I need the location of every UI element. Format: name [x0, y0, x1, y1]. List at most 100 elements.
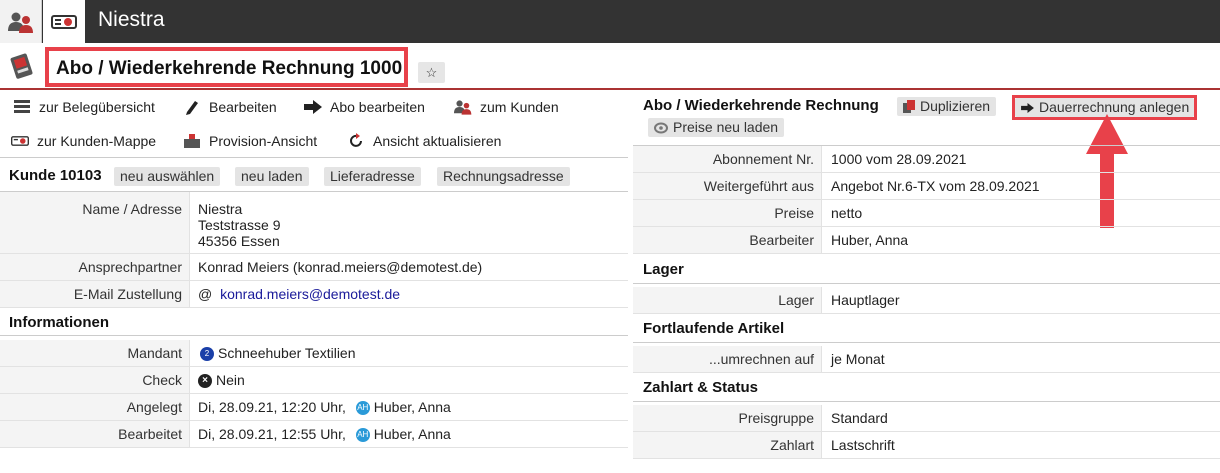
continued-from-value[interactable]: Angebot Nr.6-TX vom 28.09.2021 — [831, 178, 1040, 194]
contacts-icon — [7, 12, 33, 33]
refresh-view-label: Ansicht aktualisieren — [373, 133, 502, 149]
at-icon: @ — [198, 286, 213, 302]
payment-value: Lastschrift — [831, 437, 895, 453]
customer-heading: Kunde 10103 — [9, 167, 102, 184]
created-value: Di, 28.09.21, 12:20 Uhr, — [198, 399, 346, 415]
address-line: 45356 Essen — [198, 233, 280, 249]
provision-icon — [183, 132, 201, 150]
convert-row: ...umrechnen auf je Monat — [633, 346, 1220, 373]
edited-user[interactable]: Huber, Anna — [374, 426, 451, 442]
contact-label: Ansprechpartner — [0, 254, 190, 280]
cash-register-icon — [51, 14, 77, 29]
created-value-wrap: Di, 28.09.21, 12:20 Uhr, AH Huber, Anna — [198, 399, 451, 416]
provision-view-label: Provision-Ansicht — [209, 133, 318, 149]
title-highlight-box: Abo / Wiederkehrende Rechnung 1000 — [45, 47, 408, 87]
contacts-button[interactable] — [0, 0, 42, 43]
contacts-icon — [454, 98, 472, 116]
abo-edit-label: Abo bearbeiten — [330, 99, 425, 115]
price-group-label: Preisgruppe — [633, 405, 822, 431]
customer-folder-link[interactable]: zur Kunden-Mappe — [11, 131, 156, 151]
convert-value: je Monat — [831, 351, 885, 367]
contact-value: Konrad Meiers (konrad.meiers@demotest.de… — [198, 259, 483, 275]
duplicate-icon — [903, 100, 915, 113]
cash-register-icon — [11, 132, 29, 150]
reload-icon — [654, 122, 668, 134]
editor-value: Huber, Anna — [831, 232, 909, 248]
address-row: Name / Adresse Niestra Teststrasse 9 453… — [0, 192, 628, 254]
app-title: Niestra — [98, 8, 165, 31]
pencil-icon — [183, 98, 201, 116]
divider — [633, 401, 1220, 402]
payment-label: Zahlart — [633, 432, 822, 458]
check-row: Check × Nein — [0, 367, 628, 394]
editor-row: Bearbeiter Huber, Anna — [633, 227, 1220, 254]
arrow-right-icon — [304, 98, 322, 116]
refresh-view-link[interactable]: Ansicht aktualisieren — [347, 131, 501, 151]
divider — [633, 283, 1220, 284]
price-group-value: Standard — [831, 410, 888, 426]
mandant-value-wrap: 2 Schneehuber Textilien — [200, 345, 356, 362]
delivery-address-button[interactable]: Lieferadresse — [324, 167, 421, 186]
email-label: E-Mail Zustellung — [0, 281, 190, 307]
continued-from-label: Weitergeführt aus — [633, 173, 822, 199]
check-value: Nein — [216, 372, 245, 388]
email-value-wrap: @ konrad.meiers@demotest.de — [198, 286, 400, 302]
reload-prices-label: Preise neu laden — [673, 119, 779, 135]
email-row: E-Mail Zustellung @ konrad.meiers@demote… — [0, 281, 628, 308]
beleg-overview-link[interactable]: zur Belegübersicht — [13, 97, 155, 117]
zahlart-heading: Zahlart & Status — [643, 379, 759, 396]
reload-prices-button[interactable]: Preise neu laden — [648, 118, 785, 137]
provision-view-link[interactable]: Provision-Ansicht — [183, 131, 317, 151]
edited-row: Bearbeitet Di, 28.09.21, 12:55 Uhr, AH Hu… — [0, 421, 628, 448]
to-customer-label: zum Kunden — [480, 99, 559, 115]
billing-address-button[interactable]: Rechnungsadresse — [437, 167, 570, 186]
duplicate-button[interactable]: Duplizieren — [897, 97, 997, 116]
list-icon — [13, 98, 31, 116]
convert-label: ...umrechnen auf — [633, 346, 822, 372]
mandant-label: Mandant — [0, 340, 190, 366]
info-heading: Informationen — [9, 314, 109, 331]
arrow-right-icon — [1021, 102, 1034, 113]
price-group-row: Preisgruppe Standard — [633, 405, 1220, 432]
lager-value: Hauptlager — [831, 292, 900, 308]
created-row: Angelegt Di, 28.09.21, 12:20 Uhr, AH Hube… — [0, 394, 628, 421]
user-avatar: AH — [355, 428, 370, 443]
mandant-row: Mandant 2 Schneehuber Textilien — [0, 340, 628, 367]
abo-document-icon — [9, 52, 35, 83]
abo-number-row: Abonnement Nr. 1000 vom 28.09.2021 — [633, 146, 1220, 173]
editor-label: Bearbeiter — [633, 227, 822, 253]
edited-value-wrap: Di, 28.09.21, 12:55 Uhr, AH Huber, Anna — [198, 426, 451, 443]
check-label: Check — [0, 367, 190, 393]
email-link[interactable]: konrad.meiers@demotest.de — [220, 286, 400, 302]
continued-from-row: Weitergeführt aus Angebot Nr.6-TX vom 28… — [633, 173, 1220, 200]
abo-number-value: 1000 vom 28.09.2021 — [831, 151, 967, 167]
mandant-value: Schneehuber Textilien — [218, 345, 356, 361]
abo-edit-link[interactable]: Abo bearbeiten — [304, 97, 425, 117]
edited-value: Di, 28.09.21, 12:55 Uhr, — [198, 426, 346, 442]
created-label: Angelegt — [0, 394, 190, 420]
customer-folder-label: zur Kunden-Mappe — [37, 133, 157, 149]
address-line: Niestra — [198, 201, 243, 217]
reload-button[interactable]: neu laden — [235, 167, 309, 186]
contact-row: Ansprechpartner Konrad Meiers (konrad.me… — [0, 254, 628, 281]
created-user[interactable]: Huber, Anna — [374, 399, 451, 415]
to-customer-link[interactable]: zum Kunden — [454, 97, 559, 117]
fortlaufende-heading: Fortlaufende Artikel — [643, 320, 785, 337]
refresh-icon — [347, 132, 365, 150]
documents-button[interactable] — [43, 0, 85, 43]
edit-link[interactable]: Bearbeiten — [183, 97, 277, 117]
address-value: Niestra Teststrasse 9 45356 Essen — [198, 201, 280, 249]
beleg-overview-label: zur Belegübersicht — [39, 99, 155, 115]
reselect-button[interactable]: neu auswählen — [114, 167, 221, 186]
lager-label: Lager — [633, 287, 822, 313]
divider — [633, 342, 1220, 343]
edit-label: Bearbeiten — [209, 99, 277, 115]
abo-heading: Abo / Wiederkehrende Rechnung — [643, 97, 879, 114]
payment-row: Zahlart Lastschrift — [633, 432, 1220, 459]
favorite-star-icon[interactable]: ☆ — [418, 62, 445, 83]
page-header: Abo / Wiederkehrende Rechnung 1000 ☆ — [0, 43, 1220, 90]
mandant-badge: 2 — [200, 347, 214, 362]
prices-row: Preise netto — [633, 200, 1220, 227]
abo-number-label: Abonnement Nr. — [633, 146, 822, 172]
lager-row: Lager Hauptlager — [633, 287, 1220, 314]
